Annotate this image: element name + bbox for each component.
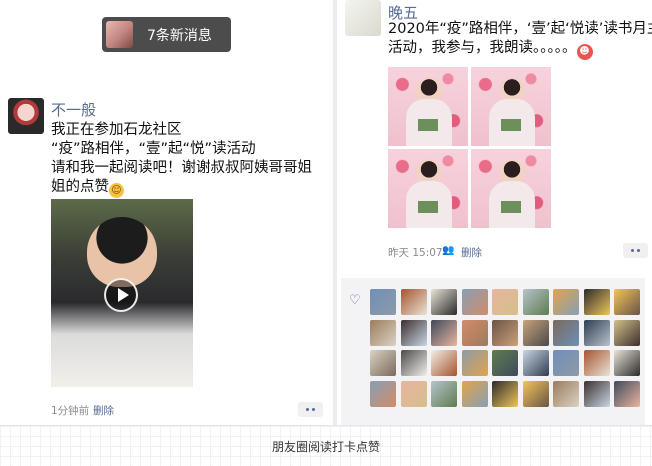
likes-panel: ♡ xyxy=(341,278,645,425)
more-options-button[interactable] xyxy=(298,402,323,417)
liker-avatar[interactable] xyxy=(370,350,396,376)
video-subject xyxy=(87,217,157,287)
photo-book xyxy=(418,201,438,213)
liker-avatar[interactable] xyxy=(492,289,518,315)
post-text: 2020年“疫”路相伴，‘壹’起‘悦读’读书月主题 活动，我参与，我朗读。。。。… xyxy=(388,20,652,60)
play-icon[interactable] xyxy=(104,278,138,312)
photo-thumbnail[interactable] xyxy=(471,149,551,228)
right-moments-pane: 晚五 2020年“疫”路相伴，‘壹’起‘悦读’读书月主题 活动，我参与，我朗读。… xyxy=(337,0,652,425)
liker-avatar[interactable] xyxy=(522,350,549,376)
post-time: 1分钟前 xyxy=(51,405,90,417)
liker-avatar[interactable] xyxy=(400,289,427,315)
post-line: “疫”路相伴，“壹”起“悦”读活动 xyxy=(51,141,256,157)
liker-avatar[interactable] xyxy=(614,319,640,346)
delete-link[interactable]: 删除 xyxy=(461,245,482,260)
post-time: 昨天 15:07 xyxy=(388,247,443,259)
liker-avatar[interactable] xyxy=(400,350,427,376)
liker-avatar[interactable] xyxy=(370,289,396,315)
liker-avatar[interactable] xyxy=(553,289,579,315)
toast-text: 7条新消息 xyxy=(147,27,212,44)
post-line: 2020年“疫”路相伴，‘壹’起‘悦读’读书月主题 xyxy=(388,21,652,37)
post-line-text: 活动，我参与，我朗读。。。。。 xyxy=(388,40,577,56)
avatar[interactable] xyxy=(8,98,44,134)
liker-avatar[interactable] xyxy=(553,350,579,376)
smile-icon: ☺ xyxy=(109,183,124,198)
liker-avatar[interactable] xyxy=(614,380,640,407)
author-name[interactable]: 不一般 xyxy=(51,99,96,120)
liker-avatar[interactable] xyxy=(492,380,518,407)
liker-avatar[interactable] xyxy=(431,289,457,315)
liker-avatar[interactable] xyxy=(522,380,549,407)
post-line-last: 姐的点赞 ☺ xyxy=(51,178,321,198)
photo-book xyxy=(501,201,521,213)
dot-icon xyxy=(312,408,315,411)
left-moments-pane: 7条新消息 不一般 我正在参加石龙社区 “疫”路相伴，“壹”起“悦”读活动 请和… xyxy=(0,0,333,425)
video-thumbnail[interactable] xyxy=(51,199,193,387)
liker-avatar[interactable] xyxy=(492,319,518,346)
post-text: 我正在参加石龙社区 “疫”路相伴，“壹”起“悦”读活动 请和我一起阅读吧！谢谢叔… xyxy=(51,121,321,198)
liker-avatar[interactable] xyxy=(370,319,396,346)
photo-grid xyxy=(388,67,552,229)
liker-avatar[interactable] xyxy=(583,319,610,346)
toast-avatar xyxy=(106,21,133,48)
liker-avatar[interactable] xyxy=(583,380,610,407)
liker-avatar[interactable] xyxy=(553,380,579,407)
liker-avatar[interactable] xyxy=(431,380,457,407)
post-line: 请和我一起阅读吧！谢谢叔叔阿姨哥哥姐 xyxy=(51,160,312,176)
liker-avatar[interactable] xyxy=(614,350,640,376)
post-line-last: 活动，我参与，我朗读。。。。。 ☻ xyxy=(388,39,650,60)
liker-avatar[interactable] xyxy=(492,350,518,376)
grin-icon: ☻ xyxy=(576,44,593,60)
liker-avatar[interactable] xyxy=(461,350,488,376)
liker-avatar[interactable] xyxy=(431,350,457,376)
liker-avatar[interactable] xyxy=(461,319,488,346)
post-line: 我正在参加石龙社区 xyxy=(51,122,182,138)
liker-avatar[interactable] xyxy=(400,380,427,407)
photo-thumbnail[interactable] xyxy=(388,149,468,228)
post-line-text: 姐的点赞 xyxy=(51,179,109,195)
liker-avatar[interactable] xyxy=(583,289,610,315)
liker-avatar[interactable] xyxy=(614,289,640,315)
caption: 朋友圈阅读打卡点赞 xyxy=(0,425,652,466)
avatar[interactable] xyxy=(345,0,381,36)
photo-thumbnail[interactable] xyxy=(388,67,468,146)
dot-icon xyxy=(637,249,640,252)
dot-icon xyxy=(631,249,634,252)
new-messages-toast[interactable]: 7条新消息 xyxy=(102,17,231,52)
liker-avatar[interactable] xyxy=(522,319,549,346)
more-options-button[interactable] xyxy=(623,243,648,258)
liker-avatar[interactable] xyxy=(431,319,457,346)
liker-avatar[interactable] xyxy=(400,319,427,346)
liker-avatar[interactable] xyxy=(370,380,396,407)
liker-avatar[interactable] xyxy=(461,380,488,407)
dot-icon xyxy=(306,408,309,411)
liker-avatar[interactable] xyxy=(461,289,488,315)
liker-avatar[interactable] xyxy=(522,289,549,315)
liker-avatar[interactable] xyxy=(583,350,610,376)
photo-book xyxy=(418,119,438,131)
heart-icon: ♡ xyxy=(349,293,361,308)
people-icon: 👥 xyxy=(442,245,455,256)
photo-thumbnail[interactable] xyxy=(471,67,551,146)
liker-avatar[interactable] xyxy=(553,319,579,346)
delete-link[interactable]: 删除 xyxy=(93,403,114,418)
photo-book xyxy=(501,119,521,131)
